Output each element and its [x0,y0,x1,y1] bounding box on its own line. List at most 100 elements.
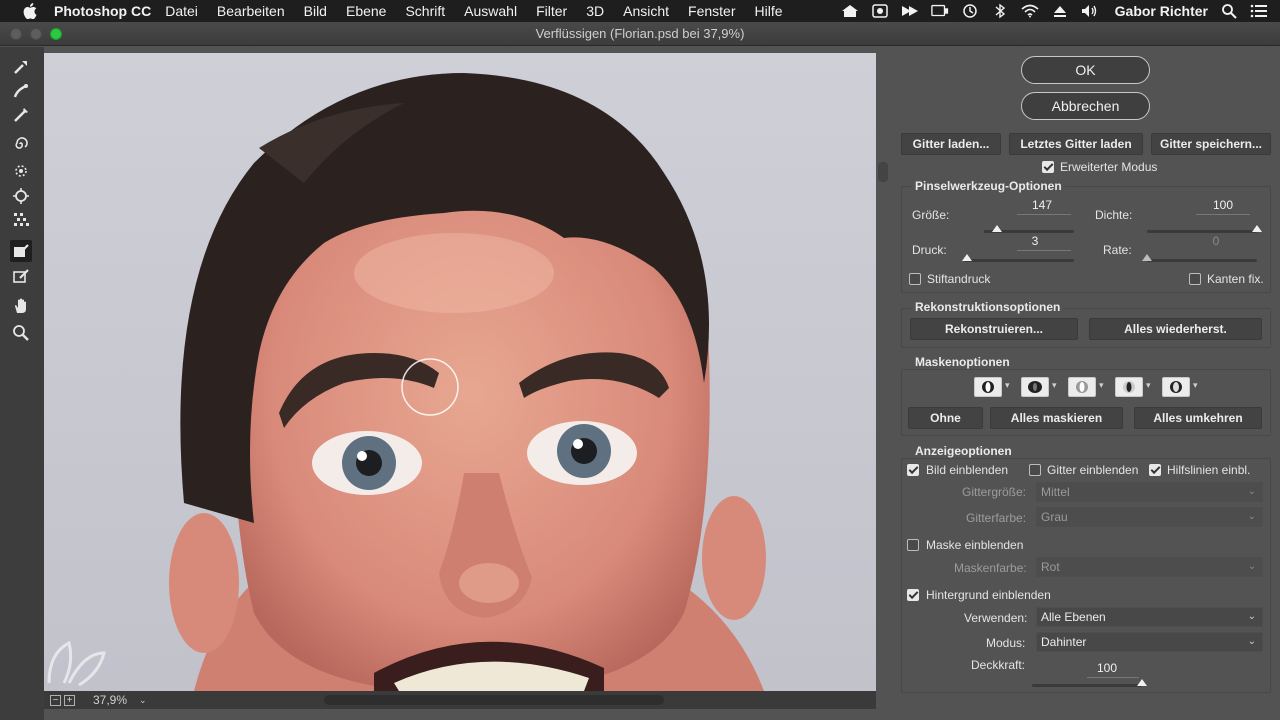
mask-all-button[interactable]: Alles maskieren [990,407,1123,429]
apple-icon[interactable] [20,0,40,22]
zoom-out-button[interactable]: − [50,694,61,706]
zoom-window-button[interactable] [50,28,62,40]
pressure-slider[interactable] [962,254,1074,262]
menu-datei[interactable]: Datei [165,3,198,19]
density-slider-thumb[interactable] [1252,225,1262,232]
mask-none-button[interactable]: Ohne [908,407,983,429]
mask-invert-icon[interactable] [1162,377,1190,397]
mask-color-select[interactable]: Rot ⌄ [1036,557,1263,577]
smooth-tool-icon[interactable] [10,104,32,126]
size-slider-thumb[interactable] [991,225,1002,232]
advanced-mode-checkbox[interactable] [1042,161,1054,173]
load-mesh-button[interactable]: Gitter laden... [901,133,1001,155]
menu-3d[interactable]: 3D [586,3,604,19]
restore-all-button[interactable]: Alles wiederherst. [1089,318,1262,340]
mask-intersect-icon[interactable] [1115,377,1143,397]
bluetooth-icon[interactable] [991,3,1009,19]
mask-replace-icon[interactable] [974,377,1002,397]
forward-icon[interactable] [901,4,919,18]
rate-slider-thumb[interactable] [1142,254,1152,261]
stylus-pressure-checkbox[interactable] [909,273,921,285]
wifi-icon[interactable] [1021,4,1039,18]
eject-icon[interactable] [1051,4,1069,18]
volume-icon[interactable] [1081,4,1099,18]
show-image-checkbox[interactable] [907,464,919,476]
cancel-button[interactable]: Abbrechen [1021,92,1150,120]
spotlight-search-icon[interactable] [1220,4,1238,19]
bloat-tool-icon[interactable] [10,185,32,207]
mode-select[interactable]: Dahinter ⌄ [1036,632,1263,652]
menu-bild[interactable]: Bild [304,3,327,19]
use-select[interactable]: Alle Ebenen ⌄ [1036,607,1263,627]
mesh-size-select[interactable]: Mittel ⌄ [1036,482,1263,502]
push-left-tool-icon[interactable] [10,209,32,231]
mask-subtract-dropdown-icon[interactable]: ▾ [1099,380,1104,391]
density-value[interactable]: 100 [1201,198,1245,212]
mesh-color-select[interactable]: Grau ⌄ [1036,507,1263,527]
opacity-value[interactable]: 100 [1085,661,1129,675]
opacity-slider[interactable] [1032,679,1147,687]
size-value[interactable]: 147 [1020,198,1064,212]
display-icon[interactable] [930,4,949,18]
zoom-tool-icon[interactable] [10,322,32,344]
liquify-canvas[interactable] [44,53,876,691]
menu-bearbeiten[interactable]: Bearbeiten [217,3,285,19]
pressure-slider-thumb[interactable] [962,254,973,261]
mask-invert-dropdown-icon[interactable]: ▾ [1193,380,1198,391]
app-name[interactable]: Photoshop CC [54,3,151,19]
show-guides-label: Hilfslinien einbl. [1167,463,1251,477]
size-slider[interactable] [984,225,1074,233]
show-backdrop-checkbox[interactable] [907,589,919,601]
pressure-value[interactable]: 3 [1013,234,1057,248]
mask-intersect-dropdown-icon[interactable]: ▾ [1146,380,1151,391]
freeze-mask-tool-icon[interactable] [10,240,32,262]
rate-value[interactable]: 0 [1194,234,1238,248]
menu-filter[interactable]: Filter [536,3,567,19]
thaw-mask-tool-icon[interactable] [10,265,32,287]
menu-ebene[interactable]: Ebene [346,3,386,19]
zoom-dropdown-icon[interactable]: ⌄ [139,695,147,706]
mask-subtract-icon[interactable] [1068,377,1096,397]
user-name[interactable]: Gabor Richter [1115,3,1208,19]
hand-tool-icon[interactable] [10,295,32,317]
camera-icon[interactable] [871,4,889,18]
reconstruct-button[interactable]: Rekonstruieren... [910,318,1078,340]
load-last-mesh-button[interactable]: Letztes Gitter laden [1009,133,1143,155]
horizontal-scrollbar[interactable] [324,695,664,705]
pucker-tool-icon[interactable] [10,160,32,182]
pin-edges-checkbox[interactable] [1189,273,1201,285]
show-mask-checkbox[interactable] [907,539,919,551]
home-icon[interactable] [841,4,859,18]
menu-hilfe[interactable]: Hilfe [755,3,783,19]
portrait-image [44,53,876,691]
notification-list-icon[interactable] [1250,4,1268,18]
ok-button[interactable]: OK [1021,56,1150,84]
menu-auswahl[interactable]: Auswahl [464,3,517,19]
density-slider[interactable] [1147,225,1262,233]
time-machine-icon[interactable] [961,4,979,18]
menu-ansicht[interactable]: Ansicht [623,3,669,19]
rate-slider[interactable] [1142,254,1257,262]
mask-replace-dropdown-icon[interactable]: ▾ [1005,380,1010,391]
zoom-in-button[interactable]: + [64,694,75,706]
show-backdrop-label: Hintergrund einblenden [926,588,1051,602]
show-mesh-checkbox[interactable] [1029,464,1041,476]
vertical-scrollbar[interactable] [878,162,888,182]
advanced-mode-label: Erweiterter Modus [1060,160,1158,174]
mask-add-dropdown-icon[interactable]: ▾ [1052,380,1057,391]
reconstruct-tool-icon[interactable] [10,80,32,102]
show-guides-checkbox[interactable] [1149,464,1161,476]
menu-schrift[interactable]: Schrift [405,3,445,19]
invert-all-button[interactable]: Alles umkehren [1134,407,1262,429]
menu-fenster[interactable]: Fenster [688,3,735,19]
opacity-label: Deckkraft: [971,658,1026,672]
mask-add-icon[interactable] [1021,377,1049,397]
liquify-toolbar [0,47,44,720]
close-window-button[interactable] [10,28,22,40]
save-mesh-button[interactable]: Gitter speichern... [1151,133,1271,155]
twirl-tool-icon[interactable] [10,133,32,155]
forward-warp-tool-icon[interactable] [10,56,32,78]
minimize-window-button[interactable] [30,28,42,40]
opacity-slider-thumb[interactable] [1137,679,1147,686]
canvas-status-bar: − + 37,9% ⌄ [44,691,876,709]
